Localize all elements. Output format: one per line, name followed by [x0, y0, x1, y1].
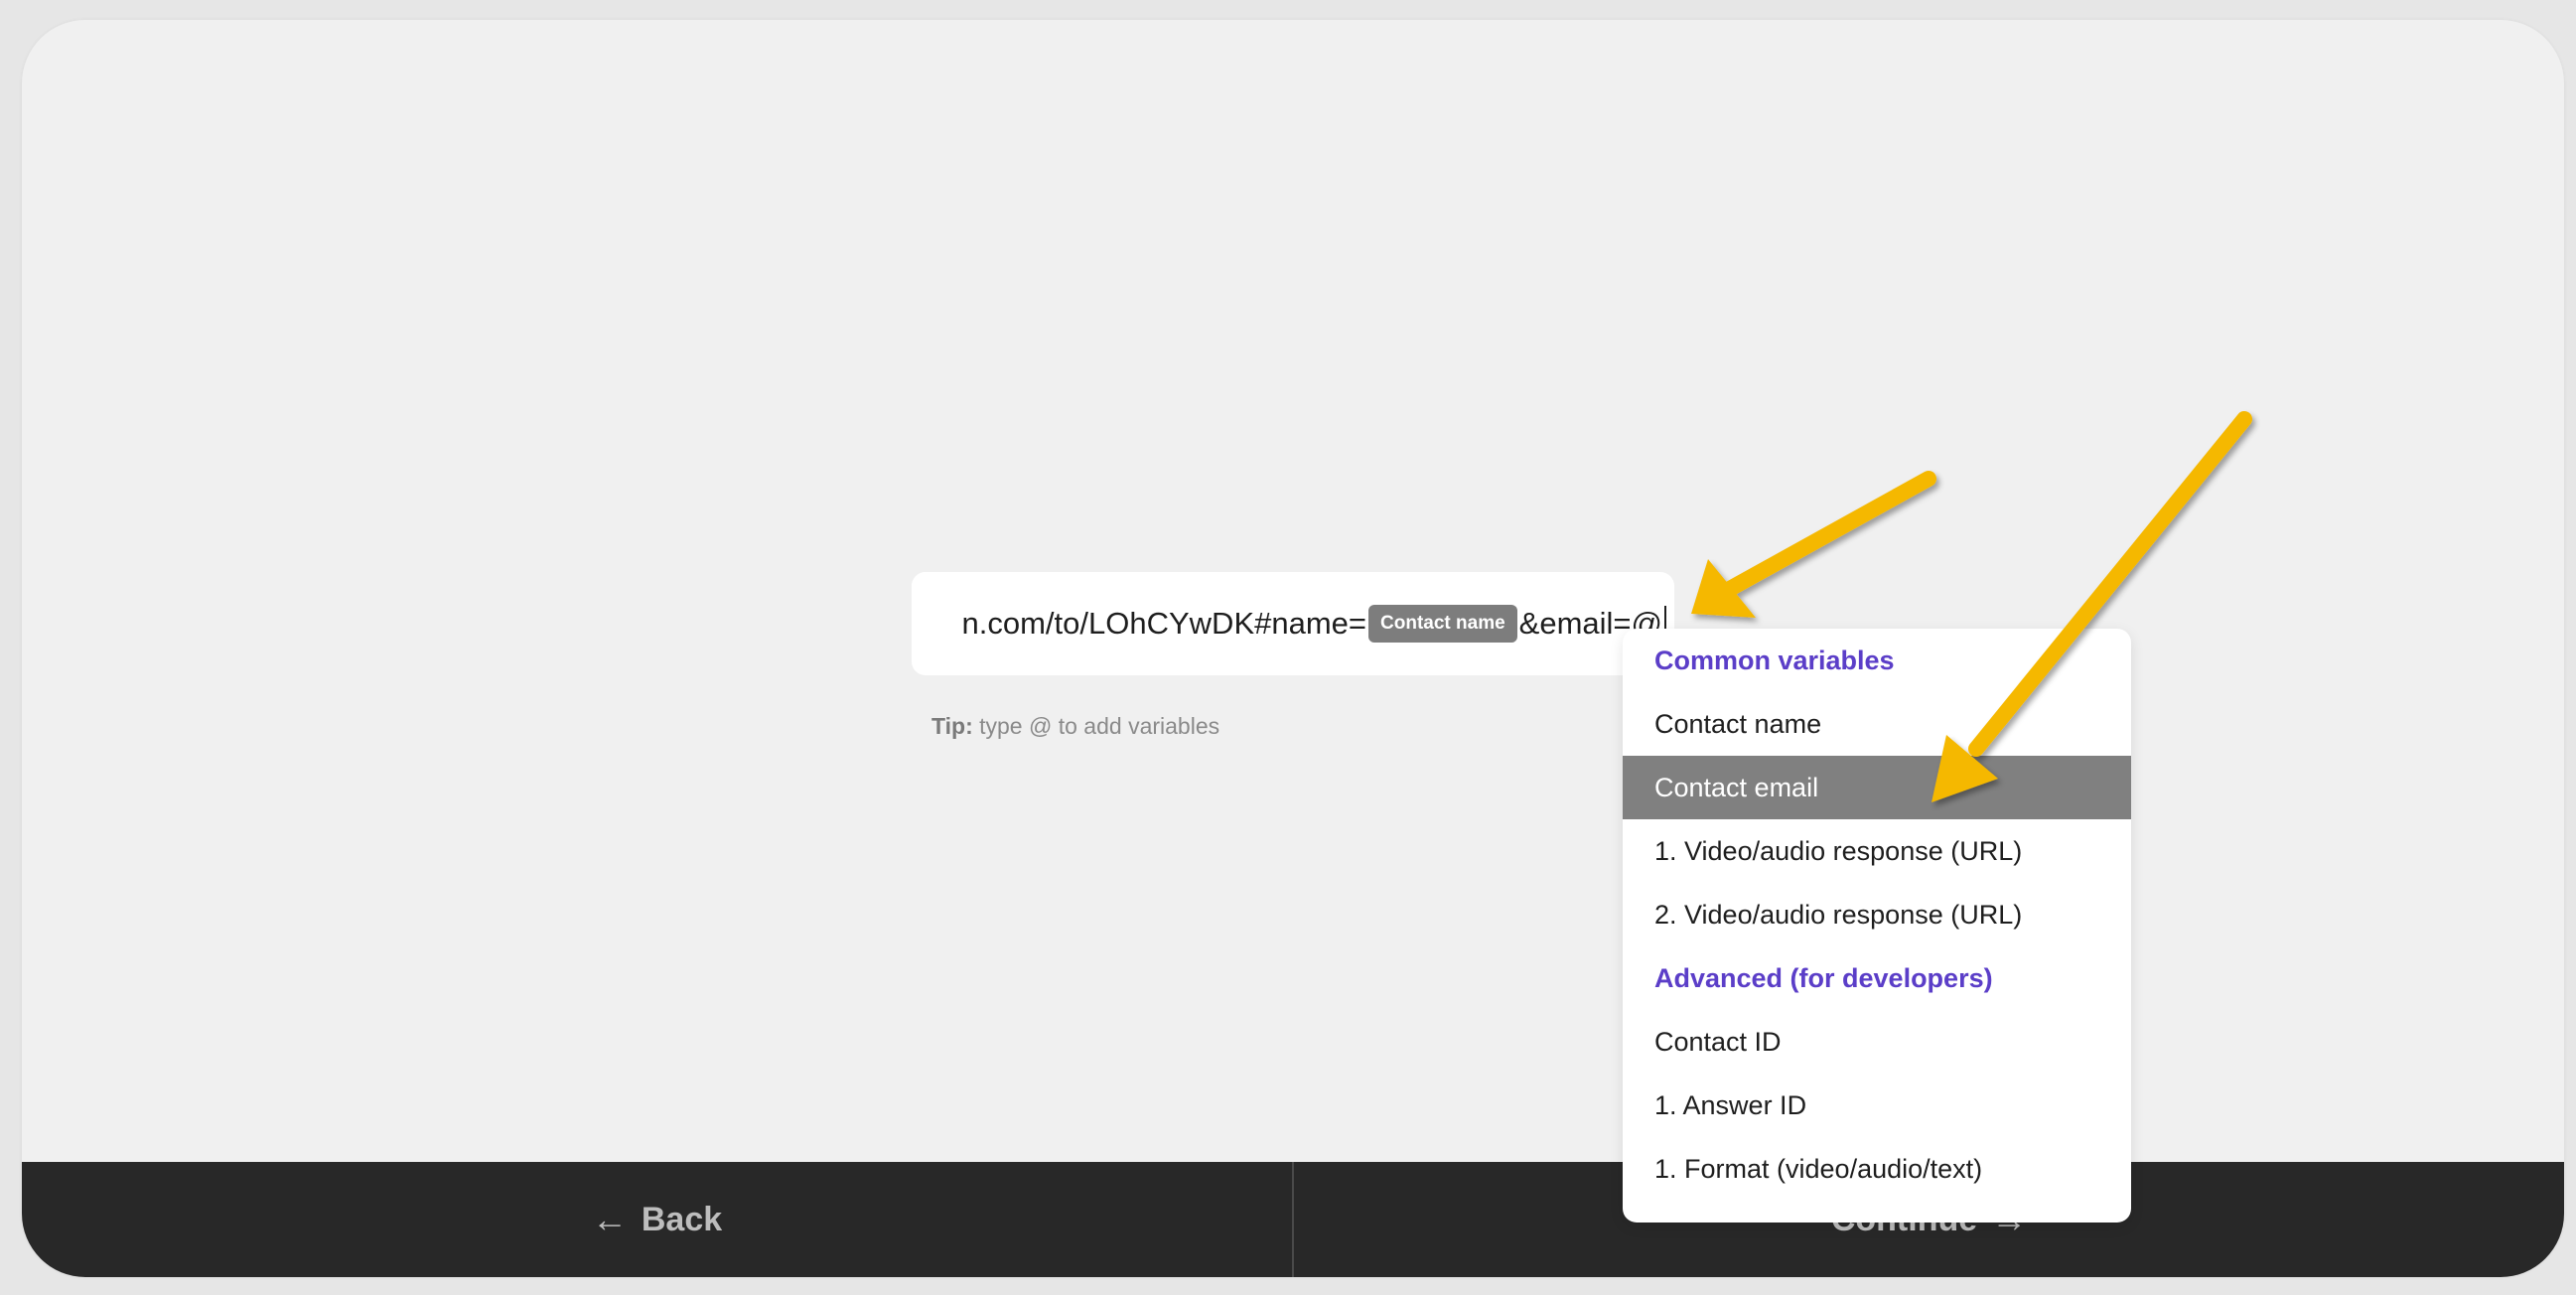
dropdown-header-common: Common variables — [1654, 646, 1895, 675]
dropdown-option-video-response-1[interactable]: 1. Video/audio response (URL) — [1623, 819, 2131, 883]
variables-dropdown: Common variables Contact name Contact em… — [1623, 629, 2131, 1223]
url-input-content: n.com/to/LOhCYwDK#name= Contact name &em… — [962, 572, 1674, 675]
arrow-left-icon: ← — [591, 1199, 628, 1239]
url-input[interactable]: n.com/to/LOhCYwDK#name= Contact name &em… — [912, 572, 1674, 675]
dialog-card: n.com/to/LOhCYwDK#name= Contact name &em… — [22, 20, 2564, 1277]
dropdown-option-answer-id[interactable]: 1. Answer ID — [1623, 1074, 2131, 1137]
tip-body: type @ to add variables — [979, 713, 1220, 739]
variable-chip-contact-name[interactable]: Contact name — [1368, 605, 1517, 643]
dropdown-option-contact-name[interactable]: Contact name — [1623, 692, 2131, 756]
dropdown-option-video-response-2[interactable]: 2. Video/audio response (URL) — [1623, 883, 2131, 946]
back-label: Back — [641, 1200, 723, 1238]
footer-bar: ← Back Continue → — [22, 1162, 2564, 1277]
back-button[interactable]: ← Back — [22, 1162, 1294, 1277]
dropdown-header-advanced: Advanced (for developers) — [1654, 963, 1993, 993]
tip-text: Tip: type @ to add variables — [931, 713, 1219, 740]
dropdown-option-contact-email[interactable]: Contact email — [1623, 756, 2131, 819]
dropdown-option-contact-id[interactable]: Contact ID — [1623, 1010, 2131, 1074]
tip-label: Tip: — [931, 713, 973, 739]
url-text-before: n.com/to/LOhCYwDK#name= — [961, 606, 1367, 641]
dropdown-option-format[interactable]: 1. Format (video/audio/text) — [1623, 1137, 2131, 1201]
